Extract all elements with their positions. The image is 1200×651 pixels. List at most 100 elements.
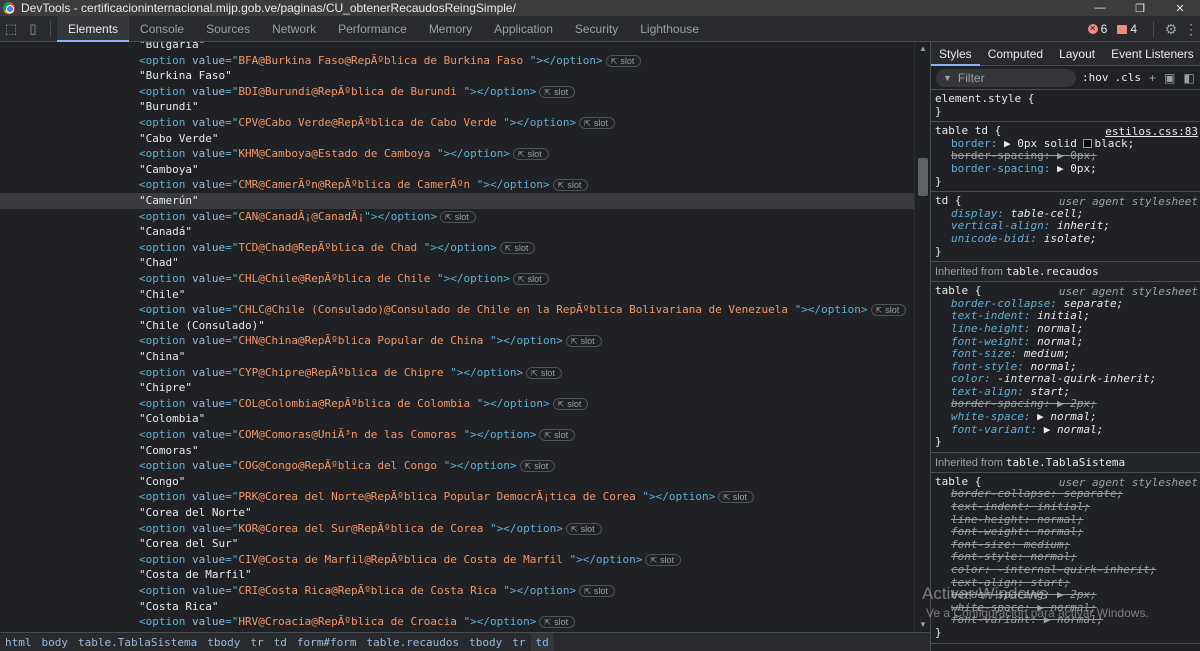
errors-badge[interactable]: ✕ 6 [1087, 22, 1107, 36]
tab-network[interactable]: Network [261, 16, 327, 42]
dom-option-node[interactable]: <option value="CHLC@Chile (Consulado)@Co… [0, 302, 914, 318]
tab-security[interactable]: Security [564, 16, 629, 42]
minimize-button[interactable]: — [1080, 0, 1120, 16]
dom-option-node[interactable]: <option value="CAN@CanadÃ¡@CanadÃ¡"></op… [0, 209, 914, 225]
dom-text-node[interactable]: "Chipre" [0, 380, 914, 396]
rule-source-link[interactable]: estilos.css:83 [1105, 125, 1198, 138]
slot-badge[interactable]: ⇱ slot [645, 553, 682, 566]
table-ua-rule-recaudos[interactable]: table {user agent stylesheet border-colla… [931, 282, 1200, 453]
table-td-rule[interactable]: table td {estilos.css:83 border: ▶ 0px so… [931, 122, 1200, 193]
inherited-source-link[interactable]: table.recaudos [1006, 265, 1099, 278]
dom-text-node[interactable]: "Colombia" [0, 411, 914, 427]
toggle-sidebar-icon[interactable]: ◧ [1183, 71, 1194, 85]
new-style-rule-icon[interactable]: + [1149, 71, 1156, 85]
breadcrumb-item[interactable]: table.recaudos [361, 633, 464, 651]
dom-text-node[interactable]: "Corea del Sur" [0, 536, 914, 552]
breadcrumb-item[interactable]: table.TablaSistema [73, 633, 202, 651]
dom-text-node[interactable]: "Corea del Norte" [0, 505, 914, 521]
slot-badge[interactable]: ⇱ slot [552, 179, 589, 192]
slot-badge[interactable]: ⇱ slot [539, 429, 576, 441]
issues-badge[interactable]: 4 [1117, 22, 1137, 36]
elements-scrollbar[interactable]: ▲ ▼ [914, 42, 930, 632]
dom-text-node[interactable]: "China" [0, 349, 914, 365]
slot-badge[interactable]: ⇱ slot [512, 148, 549, 161]
styles-filter-input[interactable]: ▼ Filter [936, 68, 1076, 87]
tab-event-listeners[interactable]: Event Listeners [1103, 42, 1200, 66]
breadcrumb-item[interactable]: tbody [202, 633, 245, 651]
toggle-print-icon[interactable]: ▣ [1164, 71, 1175, 85]
breadcrumb-item[interactable]: td [530, 632, 554, 651]
slot-badge[interactable]: ⇱ slot [539, 616, 576, 629]
hov-button[interactable]: :hov [1082, 71, 1109, 84]
breadcrumb-item[interactable]: td [269, 633, 292, 651]
breadcrumb-item[interactable]: tr [507, 633, 530, 651]
dom-text-node[interactable]: "Cabo Verde" [0, 131, 914, 147]
slot-badge[interactable]: ⇱ slot [499, 241, 536, 254]
dom-option-node[interactable]: <option value="CIV@Costa de Marfil@RepÃº… [0, 552, 914, 568]
slot-badge[interactable]: ⇱ slot [512, 273, 549, 285]
tab-styles[interactable]: Styles [931, 42, 980, 66]
dom-text-node[interactable]: "Costa Rica" [0, 599, 914, 615]
dom-text-node[interactable]: "Costa de Marfil" [0, 567, 914, 583]
breadcrumb-item[interactable]: tr [245, 633, 268, 651]
settings-gear-icon[interactable]: ⚙ [1160, 21, 1182, 38]
breadcrumb-item[interactable]: body [37, 633, 74, 651]
device-toolbar-icon[interactable]: ▯ [22, 18, 44, 40]
restore-button[interactable]: ❐ [1120, 0, 1160, 16]
dom-option-node[interactable]: <option value="KHM@Camboya@Estado de Cam… [0, 146, 914, 162]
slot-badge[interactable]: ⇱ slot [526, 366, 562, 379]
dom-option-node[interactable]: <option value="COG@Congo@RepÃºblica del … [0, 458, 914, 474]
slot-badge[interactable]: ⇱ slot [539, 85, 576, 98]
slot-badge[interactable]: ⇱ slot [718, 491, 754, 504]
dom-text-node[interactable]: "Camerún" [0, 193, 914, 209]
slot-badge[interactable]: ⇱ slot [519, 460, 556, 473]
dom-text-node[interactable]: "Chile (Consulado)" [0, 318, 914, 334]
element-style-rule[interactable]: element.style { } [931, 90, 1200, 123]
inspect-element-icon[interactable]: ⬚ [0, 18, 22, 40]
scroll-down-icon[interactable]: ▼ [918, 620, 928, 630]
tab-application[interactable]: Application [483, 16, 564, 42]
css-property[interactable]: unicode-bidi: isolate; [935, 232, 1196, 246]
dom-option-node[interactable]: <option value="PRK@Corea del Norte@RepÃº… [0, 489, 914, 505]
slot-badge[interactable]: ⇱ slot [565, 522, 602, 535]
close-button[interactable]: ✕ [1160, 0, 1200, 16]
tab-console[interactable]: Console [129, 16, 195, 42]
tab-memory[interactable]: Memory [418, 16, 483, 42]
dom-text-node[interactable]: "Burundi" [0, 99, 914, 115]
more-options-icon[interactable]: ⋮ [1182, 21, 1200, 38]
dom-text-node[interactable]: "Canadá" [0, 224, 914, 240]
slot-badge[interactable]: ⇱ slot [870, 304, 907, 317]
dom-option-node[interactable]: <option value="CMR@CamerÃºn@RepÃºblica d… [0, 177, 914, 193]
slot-badge[interactable]: ⇱ slot [565, 335, 602, 348]
dom-option-node[interactable]: <option value="CHN@China@RepÃºblica Popu… [0, 333, 914, 349]
css-property[interactable]: font-variant: ▶ normal; [935, 423, 1196, 437]
dom-text-node[interactable]: "Burkina Faso" [0, 68, 914, 84]
tab-sources[interactable]: Sources [195, 16, 261, 42]
dom-text-node[interactable]: "Chile" [0, 287, 914, 303]
dom-option-node[interactable]: <option value="BFA@Burkina Faso@RepÃºbli… [0, 53, 914, 69]
inherited-source-link[interactable]: table.TablaSistema [1006, 456, 1125, 469]
scroll-up-icon[interactable]: ▲ [918, 44, 928, 54]
dom-text-node[interactable]: "Camboya" [0, 162, 914, 178]
dom-option-node[interactable]: <option value="CHL@Chile@RepÃºblica de C… [0, 271, 914, 287]
cls-button[interactable]: .cls [1115, 71, 1142, 84]
tab-layout[interactable]: Layout [1051, 42, 1103, 66]
dom-option-node[interactable]: <option value="COL@Colombia@RepÃºblica d… [0, 396, 914, 412]
dom-text-node[interactable]: "Bulgaria" [0, 42, 914, 53]
slot-badge[interactable]: ⇱ slot [552, 397, 589, 410]
dom-option-node[interactable]: <option value="CRI@Costa Rica@RepÃºblica… [0, 583, 914, 599]
dom-option-node[interactable]: <option value="HRV@Croacia@RepÃºblica de… [0, 614, 914, 630]
dom-option-node[interactable]: <option value="KOR@Corea del Sur@RepÃºbl… [0, 521, 914, 537]
slot-badge[interactable]: ⇱ slot [579, 117, 615, 129]
dom-text-node[interactable]: "Congo" [0, 474, 914, 490]
dom-text-node[interactable]: "Comoras" [0, 443, 914, 459]
breadcrumb-item[interactable]: form#form [292, 633, 362, 651]
slot-badge[interactable]: ⇱ slot [579, 585, 615, 597]
dom-option-node[interactable]: <option value="CYP@Chipre@RepÃºblica de … [0, 365, 914, 381]
dom-option-node[interactable]: <option value="TCD@Chad@RepÃºblica de Ch… [0, 240, 914, 256]
tab-lighthouse[interactable]: Lighthouse [629, 16, 710, 42]
dom-option-node[interactable]: <option value="CPV@Cabo Verde@RepÃºblica… [0, 115, 914, 131]
css-property[interactable]: border-spacing: ▶ 0px; [935, 162, 1196, 176]
tab-computed[interactable]: Computed [980, 42, 1051, 66]
tab-performance[interactable]: Performance [327, 16, 418, 42]
